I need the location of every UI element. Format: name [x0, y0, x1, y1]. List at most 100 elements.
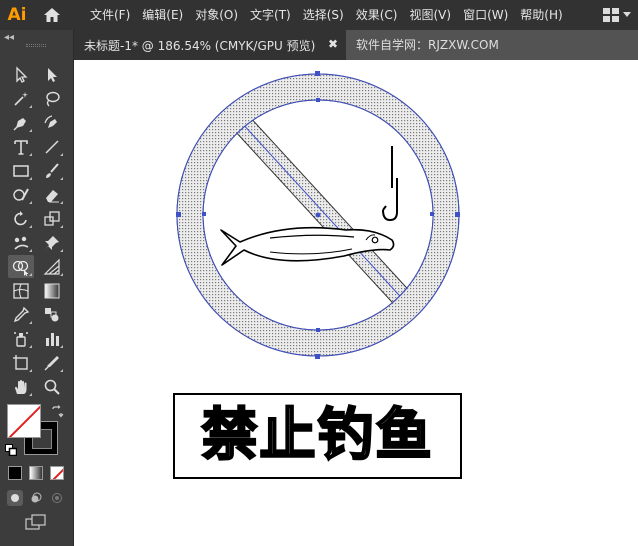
menu-object[interactable]: 对象(O)	[189, 0, 244, 30]
screen-mode-icon[interactable]	[25, 514, 47, 530]
draw-behind-button[interactable]	[28, 490, 44, 506]
menu-window[interactable]: 窗口(W)	[457, 0, 514, 30]
paintbrush-tool[interactable]	[39, 159, 65, 182]
main-menu: 文件(F) 编辑(E) 对象(O) 文字(T) 选择(S) 效果(C) 视图(V…	[84, 0, 569, 30]
tab-untitled-1[interactable]: 未标题-1* @ 186.54% (CMYK/GPU 预览) ✖	[74, 30, 346, 60]
zoom-tool[interactable]	[39, 375, 65, 398]
home-button[interactable]	[34, 0, 70, 30]
artboard-canvas[interactable]: 禁止钓鱼	[74, 60, 638, 546]
draw-normal-button[interactable]	[7, 490, 23, 506]
chevron-down-icon	[623, 12, 631, 17]
type-tool[interactable]	[8, 135, 34, 158]
scale-tool[interactable]	[39, 207, 65, 230]
draw-normal-icon	[11, 494, 19, 502]
collapse-panel-icon[interactable]: ◂◂	[4, 32, 14, 43]
perspective-grid-tool[interactable]	[39, 255, 65, 278]
eyedropper-tool[interactable]	[8, 303, 34, 326]
gradient-tool[interactable]	[39, 279, 65, 302]
workspace-grid-icon	[603, 8, 619, 22]
curvature-tool[interactable]	[39, 111, 65, 134]
draw-inside-button[interactable]	[49, 490, 65, 506]
eraser-tool[interactable]	[39, 183, 65, 206]
shaper-tool[interactable]	[8, 183, 34, 206]
hand-tool[interactable]	[8, 375, 34, 398]
swap-fill-stroke-icon[interactable]	[50, 404, 64, 418]
menu-type[interactable]: 文字(T)	[244, 0, 297, 30]
lasso-icon	[46, 91, 60, 106]
line-segment-tool[interactable]	[39, 135, 65, 158]
magic-wand-icon	[14, 91, 28, 106]
scale-icon	[44, 210, 60, 226]
magic-wand-tool[interactable]	[8, 87, 34, 110]
draw-inside-icon	[52, 493, 62, 503]
zoom-magnifier-icon	[44, 379, 60, 395]
rotate-icon	[14, 210, 27, 225]
mesh-tool[interactable]	[8, 279, 34, 302]
default-fill-stroke-icon[interactable]	[5, 444, 17, 456]
symbol-sprayer-icon	[14, 331, 28, 347]
none-slash-icon	[52, 468, 63, 479]
app-logo: Ai	[7, 5, 27, 25]
none-mode-button[interactable]	[50, 466, 64, 480]
menu-effect[interactable]: 效果(C)	[350, 0, 404, 30]
perspective-grid-icon	[43, 258, 60, 275]
symbol-sprayer-tool[interactable]	[8, 327, 34, 350]
shape-builder-tool[interactable]	[8, 255, 34, 278]
rectangle-icon	[13, 164, 29, 177]
tab-title: 未标题-1* @ 186.54% (CMYK/GPU 预览)	[84, 38, 316, 53]
panel-grip[interactable]	[26, 44, 46, 47]
direct-selection-tool[interactable]	[39, 63, 65, 86]
pen-nib-icon	[13, 117, 26, 130]
pin-tool[interactable]	[39, 231, 65, 254]
draw-behind-icon	[31, 492, 42, 503]
hand-icon	[15, 379, 27, 394]
menu-bar: Ai 文件(F) 编辑(E) 对象(O) 文字(T) 选择(S) 效果(C) 视…	[0, 0, 638, 30]
rectangle-tool[interactable]	[8, 159, 34, 182]
menu-file[interactable]: 文件(F)	[84, 0, 136, 30]
tab-watermark-site[interactable]: 软件自学网：RJZXW.COM	[356, 30, 499, 60]
shaper-icon	[13, 188, 29, 201]
prohibition-bar[interactable]	[233, 114, 417, 314]
menu-select[interactable]: 选择(S)	[297, 0, 350, 30]
color-mode-button[interactable]	[8, 466, 22, 480]
sign-label-box[interactable]: 禁止钓鱼	[173, 393, 462, 479]
document-tab-bar: 未标题-1* @ 186.54% (CMYK/GPU 预览) ✖ 软件自学网：R…	[74, 30, 638, 60]
slice-tool[interactable]	[39, 351, 65, 374]
sign-label-text: 禁止钓鱼	[200, 403, 434, 468]
paintbrush-icon	[46, 162, 59, 178]
illustrator-window: Ai 文件(F) 编辑(E) 对象(O) 文字(T) 选择(S) 效果(C) 视…	[0, 0, 638, 546]
fishing-hook[interactable]	[382, 146, 398, 222]
shape-builder-icon	[12, 260, 29, 276]
menu-help[interactable]: 帮助(H)	[514, 0, 568, 30]
menu-view[interactable]: 视图(V)	[403, 0, 457, 30]
lasso-tool[interactable]	[39, 87, 65, 110]
artboard-tool[interactable]	[8, 351, 34, 374]
tab-close-icon[interactable]: ✖	[328, 37, 338, 51]
tools-panel: ◂◂	[0, 30, 74, 546]
selection-arrow-icon	[16, 65, 28, 83]
eraser-icon	[46, 189, 59, 202]
workspace-switcher[interactable]	[596, 0, 638, 30]
fill-color-swatch[interactable]	[7, 404, 41, 438]
eyedropper-icon	[13, 306, 30, 322]
curvature-pen-icon	[44, 114, 57, 128]
menu-edit[interactable]: 编辑(E)	[136, 0, 189, 30]
direct-selection-arrow-icon	[48, 67, 57, 82]
no-fill-slash-icon	[8, 405, 40, 437]
pin-icon	[45, 235, 59, 250]
blend-icon	[45, 307, 59, 321]
column-graph-tool[interactable]	[39, 327, 65, 350]
line-segment-icon	[45, 139, 59, 154]
blend-tool[interactable]	[39, 303, 65, 326]
rotate-tool[interactable]	[8, 207, 34, 230]
selection-tool[interactable]	[8, 63, 34, 86]
puppet-warp-icon	[14, 236, 29, 250]
gradient-mode-button[interactable]	[29, 466, 43, 480]
home-icon	[44, 8, 60, 22]
artboard-icon	[13, 354, 28, 370]
pen-tool[interactable]	[8, 111, 34, 134]
slice-knife-icon	[44, 355, 59, 370]
gradient-icon	[44, 283, 60, 298]
mesh-icon	[13, 282, 29, 299]
puppet-warp-tool[interactable]	[8, 231, 34, 254]
